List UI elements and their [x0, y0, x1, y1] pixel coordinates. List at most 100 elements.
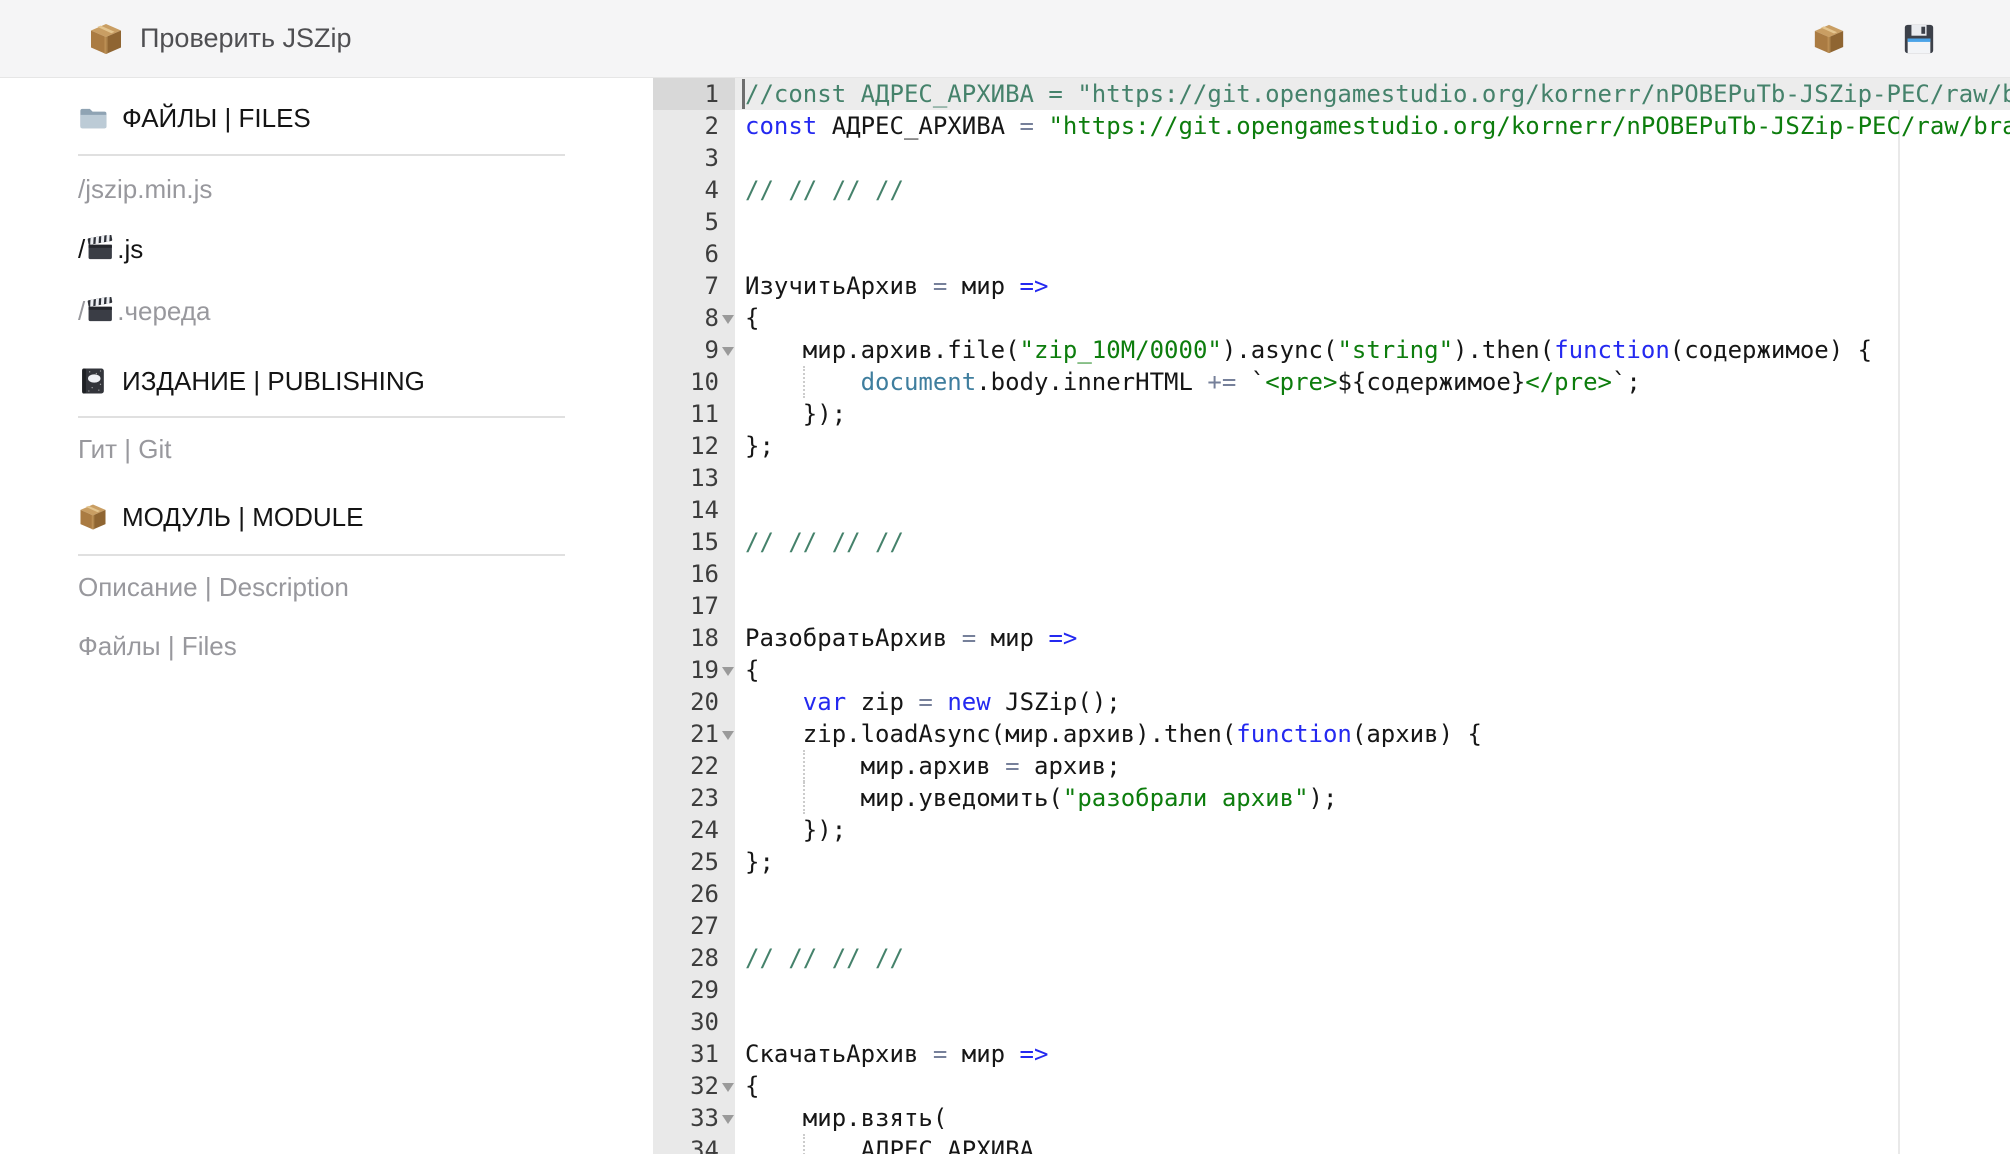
code-token: document — [861, 368, 977, 396]
code-token: function — [1236, 720, 1352, 748]
code-line: 23 мир.уведомить("разобрали архив"); — [653, 782, 2010, 814]
fold-arrow-icon[interactable] — [722, 667, 734, 676]
code-token: = — [933, 1040, 947, 1068]
code-line: 7ИзучитьАрхив = мир => — [653, 270, 2010, 302]
code-line: 25}; — [653, 846, 2010, 878]
gutter-cell: 27 — [653, 910, 735, 942]
gutter-cell: 32 — [653, 1070, 735, 1102]
code-text[interactable]: мир.уведомить("разобрали архив"); — [735, 782, 2010, 814]
code-line: 24 }); — [653, 814, 2010, 846]
code-text[interactable]: мир.архив = архив; — [735, 750, 2010, 782]
sidebar-item-files[interactable]: Файлы | Files — [78, 628, 653, 664]
code-token: = — [962, 624, 976, 652]
code-text[interactable]: { — [735, 302, 2010, 334]
code-text[interactable]: }); — [735, 398, 2010, 430]
code-line: 16 — [653, 558, 2010, 590]
fold-arrow-icon[interactable] — [722, 1115, 734, 1124]
sidebar-item-git[interactable]: Гит | Git — [78, 431, 653, 467]
code-text[interactable]: СкачатьАрхив = мир => — [735, 1038, 2010, 1070]
fold-arrow-icon[interactable] — [722, 731, 734, 740]
code-text[interactable]: }); — [735, 814, 2010, 846]
top-bar: Проверить JSZip — [0, 0, 2010, 78]
sidebar-item-jszip-min-js[interactable]: /jszip.min.js — [78, 171, 653, 207]
line-number: 22 — [690, 752, 719, 780]
sidebar-item-clapper-js[interactable]: /.js — [78, 231, 653, 267]
code-text[interactable]: // // // // — [735, 942, 2010, 974]
page-title: Проверить JSZip — [140, 23, 352, 54]
gutter-cell: 31 — [653, 1038, 735, 1070]
code-text[interactable]: мир.архив.file("zip_10M/0000").async("st… — [735, 334, 2010, 366]
gutter-cell: 13 — [653, 462, 735, 494]
indent-guide — [803, 1134, 805, 1154]
code-token: .body.innerHTML — [976, 368, 1207, 396]
section-header-files: ФАЙЛЫ | FILES — [78, 100, 653, 136]
fold-arrow-icon[interactable] — [722, 315, 734, 324]
code-text[interactable]: РазобратьАрхив = мир => — [735, 622, 2010, 654]
code-text[interactable]: // // // // — [735, 174, 2010, 206]
code-text[interactable]: // // // // — [735, 526, 2010, 558]
code-token: АДРЕС_АРХИВА — [745, 1136, 1034, 1154]
app-window: Проверить JSZip ФАЙЛЫ | FILES /jszip.min… — [0, 0, 2010, 1154]
code-token: `; — [1612, 368, 1641, 396]
sidebar-item-description[interactable]: Описание | Description — [78, 569, 653, 605]
fold-arrow-icon[interactable] — [722, 1083, 734, 1092]
code-text[interactable]: const АДРЕС_АРХИВА = "https://git.openga… — [735, 110, 2010, 142]
gutter-cell: 22 — [653, 750, 735, 782]
clapper-icon — [87, 297, 115, 325]
code-text[interactable]: zip.loadAsync(мир.архив).then(function(а… — [735, 718, 2010, 750]
line-number: 9 — [705, 336, 719, 364]
code-text[interactable] — [735, 974, 2010, 1006]
line-number: 27 — [690, 912, 719, 940]
code-area: 1//const АДРЕС_АРХИВА = "https://git.ope… — [653, 78, 2010, 1154]
gutter-cell: 4 — [653, 174, 735, 206]
divider — [78, 416, 565, 418]
code-text[interactable] — [735, 558, 2010, 590]
line-number: 30 — [690, 1008, 719, 1036]
gutter-cell: 14 — [653, 494, 735, 526]
line-number: 23 — [690, 784, 719, 812]
code-token: (архив) { — [1352, 720, 1482, 748]
fold-arrow-icon[interactable] — [722, 347, 734, 356]
code-text[interactable] — [735, 142, 2010, 174]
code-text[interactable] — [735, 238, 2010, 270]
code-text[interactable] — [735, 494, 2010, 526]
code-token: ${содержимое} — [1337, 368, 1525, 396]
code-token: JSZip(); — [991, 688, 1121, 716]
code-text[interactable]: }; — [735, 430, 2010, 462]
code-token: = — [1020, 112, 1034, 140]
code-text[interactable]: { — [735, 654, 2010, 686]
code-token: "https://git.opengamestudio.org/kornerr/… — [1048, 112, 2010, 140]
code-token: </pre> — [1525, 368, 1612, 396]
code-text[interactable]: document.body.innerHTML += `<pre>${содер… — [735, 366, 2010, 398]
code-line: 34 АДРЕС_АРХИВА — [653, 1134, 2010, 1154]
code-line: 13 — [653, 462, 2010, 494]
code-token: }); — [745, 400, 846, 428]
line-number: 32 — [690, 1072, 719, 1100]
code-text[interactable] — [735, 1006, 2010, 1038]
code-token: // // // // — [745, 528, 904, 556]
code-text[interactable]: }; — [735, 846, 2010, 878]
code-text[interactable] — [735, 462, 2010, 494]
gutter-cell: 28 — [653, 942, 735, 974]
code-token: { — [745, 656, 759, 684]
code-token: = — [933, 272, 947, 300]
code-editor[interactable]: 1//const АДРЕС_АРХИВА = "https://git.ope… — [653, 78, 2010, 1154]
gutter-cell: 17 — [653, 590, 735, 622]
code-text[interactable] — [735, 206, 2010, 238]
code-text[interactable]: ИзучитьАрхив = мир => — [735, 270, 2010, 302]
code-text[interactable] — [735, 878, 2010, 910]
code-text[interactable]: { — [735, 1070, 2010, 1102]
section-header-publishing: ИЗДАНИЕ | PUBLISHING — [78, 363, 653, 399]
package-button[interactable] — [1810, 20, 1848, 58]
code-text[interactable]: мир.взять( — [735, 1102, 2010, 1134]
code-line: 6 — [653, 238, 2010, 270]
line-number: 5 — [705, 208, 719, 236]
code-text[interactable]: АДРЕС_АРХИВА — [735, 1134, 2010, 1154]
code-text[interactable]: var zip = new JSZip(); — [735, 686, 2010, 718]
save-button[interactable] — [1900, 20, 1938, 58]
code-text[interactable] — [735, 910, 2010, 942]
code-text[interactable] — [735, 590, 2010, 622]
sidebar-item-clapper-chereda[interactable]: /.череда — [78, 293, 653, 329]
code-text[interactable]: //const АДРЕС_АРХИВА = "https://git.open… — [735, 78, 2010, 110]
code-line: 21 zip.loadAsync(мир.архив).then(functio… — [653, 718, 2010, 750]
